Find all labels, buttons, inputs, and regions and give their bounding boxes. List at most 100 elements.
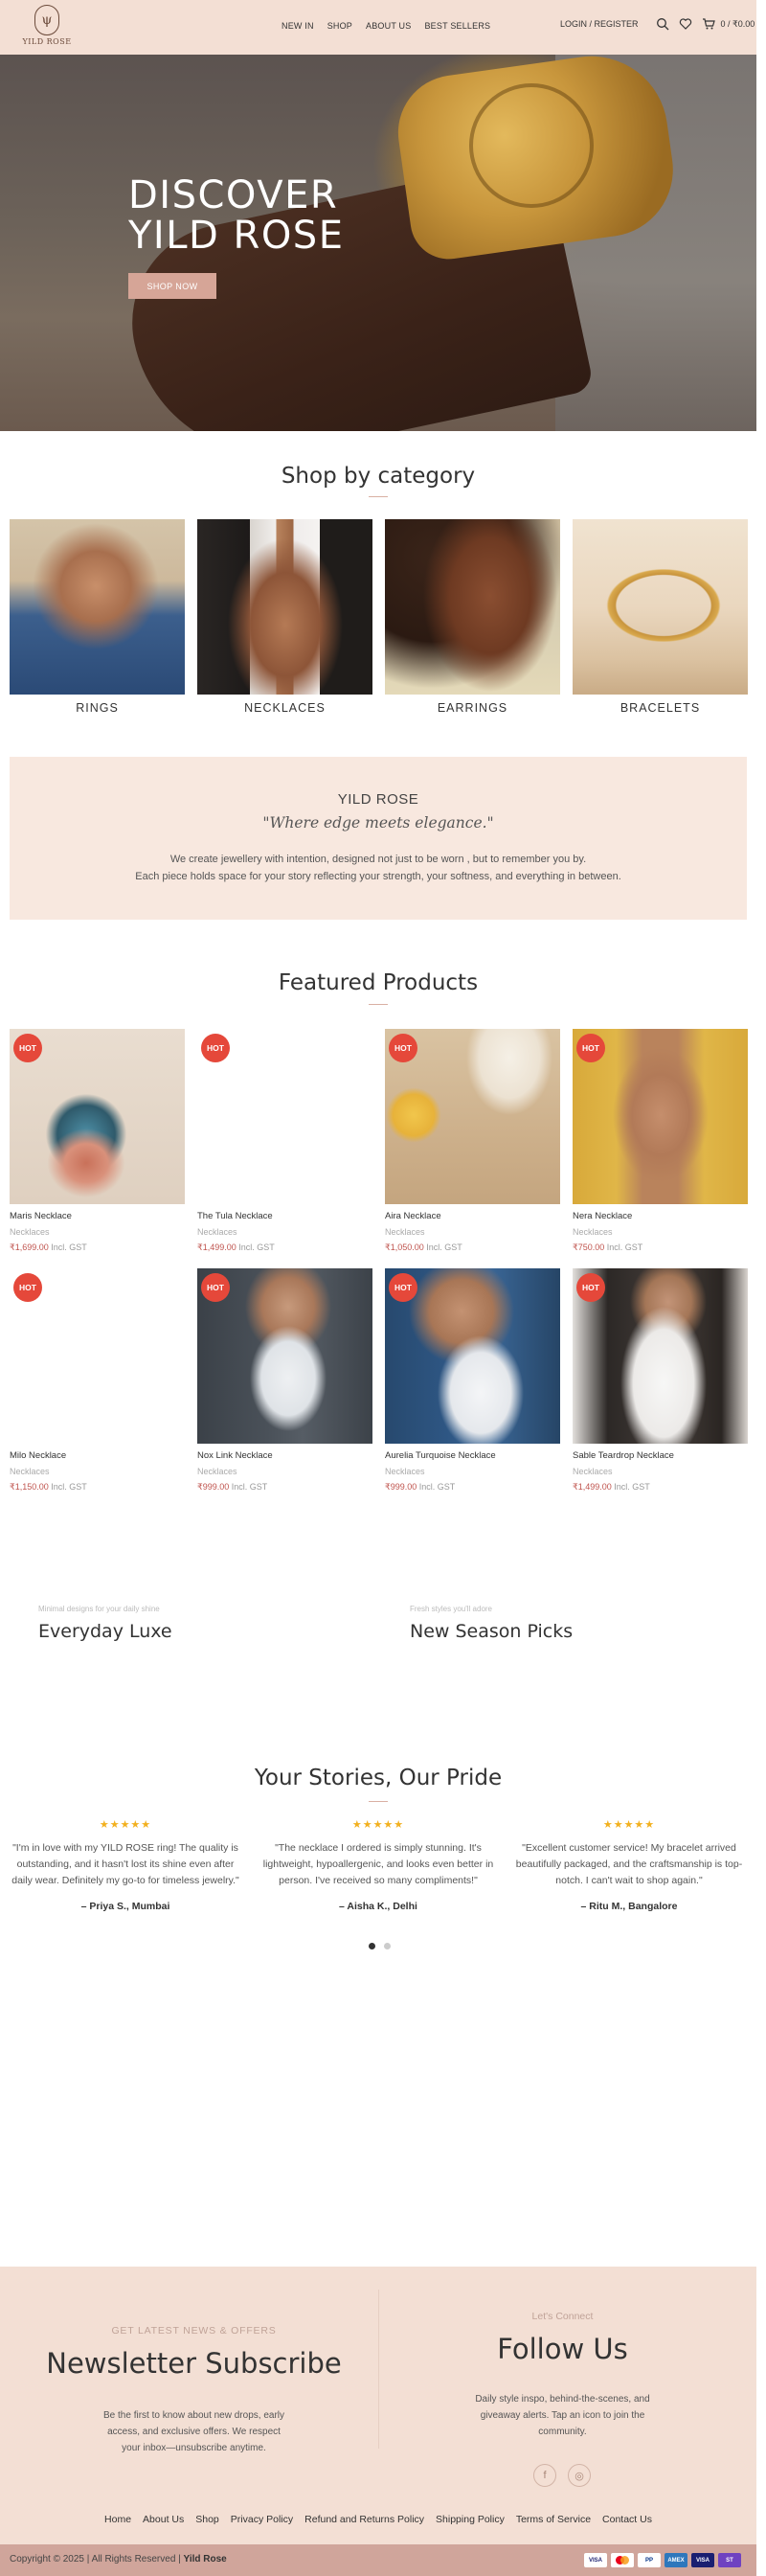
category-label: EARRINGS — [437, 701, 508, 715]
product-card[interactable]: HOT Nera Necklace Necklaces ₹750.00 Incl… — [573, 1029, 748, 1253]
product-category[interactable]: Necklaces — [573, 1227, 748, 1237]
footer-link-contact-us[interactable]: Contact Us — [602, 2514, 652, 2525]
hero-sun-engraving — [469, 83, 594, 208]
stripe-payment-icon: ST — [718, 2553, 741, 2567]
product-card[interactable]: HOT Aira Necklace Necklaces ₹1,050.00 In… — [385, 1029, 560, 1253]
product-card[interactable]: HOT Maris Necklace Necklaces ₹1,699.00 I… — [10, 1029, 185, 1253]
promo-subtitle: Minimal designs for your daily shine — [38, 1605, 160, 1613]
promo-new-season-picks[interactable]: Fresh styles you'll adore New Season Pic… — [410, 1605, 573, 1642]
price-amount: ₹1,050.00 — [385, 1242, 424, 1252]
testimonial-quote: "I'm in love with my YILD ROSE ring! The… — [11, 1842, 239, 1886]
footer-link-shop[interactable]: Shop — [195, 2514, 219, 2525]
nav-shop[interactable]: SHOP — [327, 21, 352, 31]
promo-title: Everyday Luxe — [38, 1621, 172, 1642]
carousel-dot-active[interactable] — [369, 1943, 375, 1949]
main-nav: NEW IN SHOP ABOUT US BEST SELLERS — [282, 21, 504, 31]
shop-now-button[interactable]: SHOP NOW — [128, 273, 216, 299]
footer-link-home[interactable]: Home — [104, 2514, 131, 2525]
price-amount: ₹1,499.00 — [573, 1482, 612, 1492]
heart-icon[interactable] — [679, 17, 692, 31]
hero-title-line2: YILD ROSE — [128, 214, 345, 258]
category-card-rings[interactable]: RINGS — [10, 519, 185, 715]
product-name[interactable]: Aurelia Turquoise Necklace — [385, 1450, 560, 1461]
product-card[interactable]: HOT Nox Link Necklace Necklaces ₹999.00 … — [197, 1268, 372, 1493]
product-name[interactable]: Nera Necklace — [573, 1211, 748, 1221]
product-name[interactable]: The Tula Necklace — [197, 1211, 372, 1221]
nav-about-us[interactable]: ABOUT US — [366, 21, 411, 31]
price-amount: ₹1,699.00 — [10, 1242, 49, 1252]
product-category[interactable]: Necklaces — [385, 1227, 560, 1237]
category-card-bracelets[interactable]: BRACELETS — [573, 519, 748, 715]
visa-payment-icon: VISA — [584, 2553, 607, 2567]
product-category[interactable]: Necklaces — [197, 1467, 372, 1476]
product-name[interactable]: Maris Necklace — [10, 1211, 185, 1221]
product-image[interactable]: HOT — [197, 1268, 372, 1444]
product-image[interactable]: HOT — [573, 1268, 748, 1444]
product-category[interactable]: Necklaces — [197, 1227, 372, 1237]
testimonial-author: – Priya S., Mumbai — [80, 1901, 170, 1912]
product-name[interactable]: Aira Necklace — [385, 1211, 560, 1221]
category-card-earrings[interactable]: EARRINGS — [385, 519, 560, 715]
product-category[interactable]: Necklaces — [573, 1467, 748, 1476]
product-card[interactable]: HOT Milo Necklace Necklaces ₹1,150.00 In… — [10, 1268, 185, 1493]
product-price: ₹1,499.00 Incl. GST — [197, 1242, 372, 1253]
product-price: ₹1,150.00 Incl. GST — [10, 1482, 185, 1493]
cart-total[interactable]: 0 / ₹0.00 — [721, 19, 755, 30]
product-name[interactable]: Nox Link Necklace — [197, 1450, 372, 1461]
cart-icon[interactable] — [702, 17, 715, 31]
hot-badge: HOT — [13, 1273, 42, 1302]
product-category[interactable]: Necklaces — [10, 1227, 185, 1237]
copyright-brand: Yild Rose — [183, 2554, 227, 2565]
testimonial-quote: "The necklace I ordered is simply stunni… — [262, 1842, 494, 1886]
hot-badge: HOT — [201, 1273, 230, 1302]
product-price: ₹750.00 Incl. GST — [573, 1242, 748, 1253]
price-suffix: Incl. GST — [51, 1242, 87, 1252]
footer-link-privacy-policy[interactable]: Privacy Policy — [231, 2514, 293, 2525]
product-image[interactable]: HOT — [10, 1029, 185, 1204]
footer-link-shipping-policy[interactable]: Shipping Policy — [436, 2514, 505, 2525]
product-category[interactable]: Necklaces — [10, 1467, 185, 1476]
category-label: NECKLACES — [244, 701, 326, 715]
testimonial-card: ★★★★★ "Excellent customer service! My br… — [509, 1818, 749, 1912]
footer-link-refund-policy[interactable]: Refund and Returns Policy — [304, 2514, 424, 2525]
hero-title-line1: DISCOVER — [128, 173, 339, 217]
product-card[interactable]: HOT The Tula Necklace Necklaces ₹1,499.0… — [197, 1029, 372, 1253]
product-name[interactable]: Sable Teardrop Necklace — [573, 1450, 748, 1461]
newsletter-title: Newsletter Subscribe — [46, 2347, 342, 2380]
product-image[interactable]: HOT — [197, 1029, 372, 1204]
promo-title: New Season Picks — [410, 1621, 574, 1642]
product-card[interactable]: HOT Aurelia Turquoise Necklace Necklaces… — [385, 1268, 560, 1493]
carousel-pagination — [369, 1943, 391, 1949]
product-image[interactable]: HOT — [10, 1268, 185, 1444]
product-card[interactable]: HOT Sable Teardrop Necklace Necklaces ₹1… — [573, 1268, 748, 1493]
footer-links: Home About Us Shop Privacy Policy Refund… — [0, 2514, 756, 2525]
facebook-icon[interactable]: f — [533, 2464, 556, 2487]
carousel-dot[interactable] — [384, 1943, 391, 1949]
instagram-icon[interactable]: ◎ — [568, 2464, 591, 2487]
title-divider — [369, 1801, 388, 1802]
product-image[interactable]: HOT — [573, 1029, 748, 1204]
category-card-necklaces[interactable]: NECKLACES — [197, 519, 372, 715]
site-header: ψ YILD ROSE NEW IN SHOP ABOUT US BEST SE… — [0, 0, 756, 55]
category-label: BRACELETS — [620, 701, 701, 715]
nav-best-sellers[interactable]: BEST SELLERS — [424, 21, 490, 31]
product-category[interactable]: Necklaces — [385, 1467, 560, 1476]
product-name[interactable]: Milo Necklace — [10, 1450, 185, 1461]
product-image[interactable]: HOT — [385, 1029, 560, 1204]
nav-new-in[interactable]: NEW IN — [282, 21, 314, 31]
price-amount: ₹1,150.00 — [10, 1482, 49, 1492]
logo-text: YILD ROSE — [22, 37, 72, 46]
price-amount: ₹999.00 — [385, 1482, 417, 1492]
promo-everyday-luxe[interactable]: Minimal designs for your daily shine Eve… — [38, 1605, 172, 1642]
footer-link-terms[interactable]: Terms of Service — [516, 2514, 591, 2525]
login-register-link[interactable]: LOGIN / REGISTER — [560, 19, 639, 29]
footer-link-about-us[interactable]: About Us — [143, 2514, 184, 2525]
category-image-rings — [10, 519, 185, 695]
brand-statement: YILD ROSE "Where edge meets elegance." W… — [10, 757, 747, 920]
testimonial-card: ★★★★★ "I'm in love with my YILD ROSE rin… — [6, 1818, 245, 1912]
search-icon[interactable] — [656, 17, 669, 31]
logo[interactable]: ψ YILD ROSE — [21, 5, 73, 51]
testimonials-section-title: Your Stories, Our Pride — [254, 1766, 503, 1790]
brand-description: We create jewellery with intention, desi… — [10, 851, 747, 885]
product-image[interactable]: HOT — [385, 1268, 560, 1444]
